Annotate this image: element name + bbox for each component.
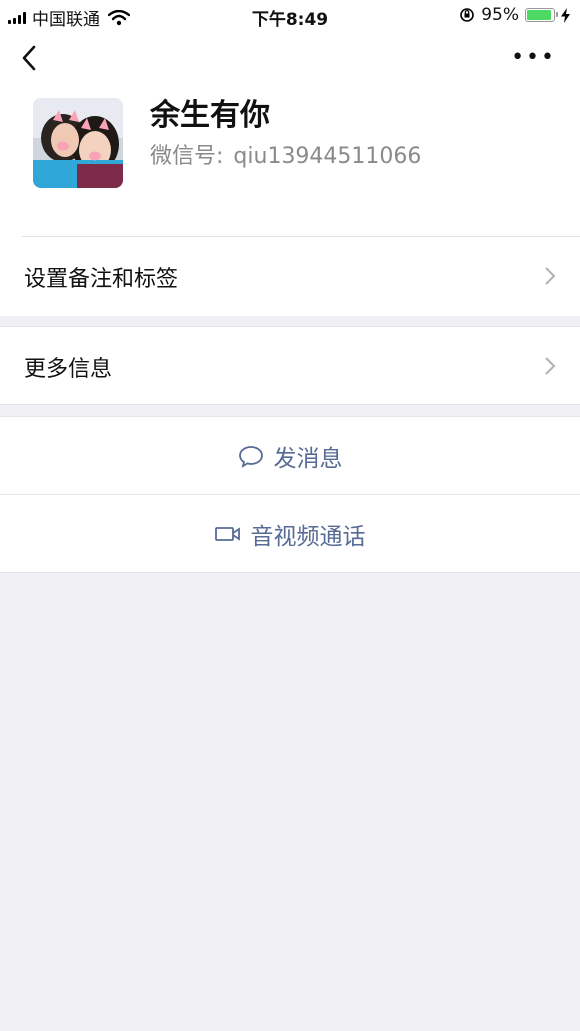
send-message-button[interactable]: 发消息 xyxy=(0,417,580,494)
profile-card: 中国联通 下午8:49 95% ••• 余生有你 微信号: qiu1394451… xyxy=(0,0,580,316)
back-chevron-icon[interactable] xyxy=(20,44,40,72)
set-remark-row[interactable]: 设置备注和标签 xyxy=(0,237,580,315)
send-message-label: 发消息 xyxy=(273,445,343,472)
battery-icon xyxy=(525,8,558,22)
status-bar: 中国联通 下午8:49 95% xyxy=(0,0,580,30)
video-call-button[interactable]: 音视频通话 xyxy=(0,495,580,572)
avatar[interactable] xyxy=(33,98,123,188)
chat-bubble-icon xyxy=(238,445,263,468)
video-call-label: 音视频通话 xyxy=(250,523,366,550)
more-info-row[interactable]: 更多信息 xyxy=(0,327,580,404)
charging-icon xyxy=(561,7,570,23)
more-info-label: 更多信息 xyxy=(24,357,113,382)
rotation-lock-icon xyxy=(460,8,475,22)
video-camera-icon xyxy=(214,526,240,541)
chevron-right-icon xyxy=(545,267,556,285)
more-options-icon[interactable]: ••• xyxy=(511,47,556,69)
contact-name: 余生有你 xyxy=(150,98,270,133)
set-remark-label: 设置备注和标签 xyxy=(24,267,179,292)
divider xyxy=(0,572,580,573)
wechat-id: 微信号: qiu13944511066 xyxy=(150,138,431,170)
wechat-id-label: 微信号: xyxy=(150,144,224,169)
battery-percent: 95% xyxy=(481,5,519,25)
divider xyxy=(0,404,580,405)
wechat-id-value: qiu13944511066 xyxy=(233,144,422,169)
chevron-right-icon xyxy=(545,357,556,375)
